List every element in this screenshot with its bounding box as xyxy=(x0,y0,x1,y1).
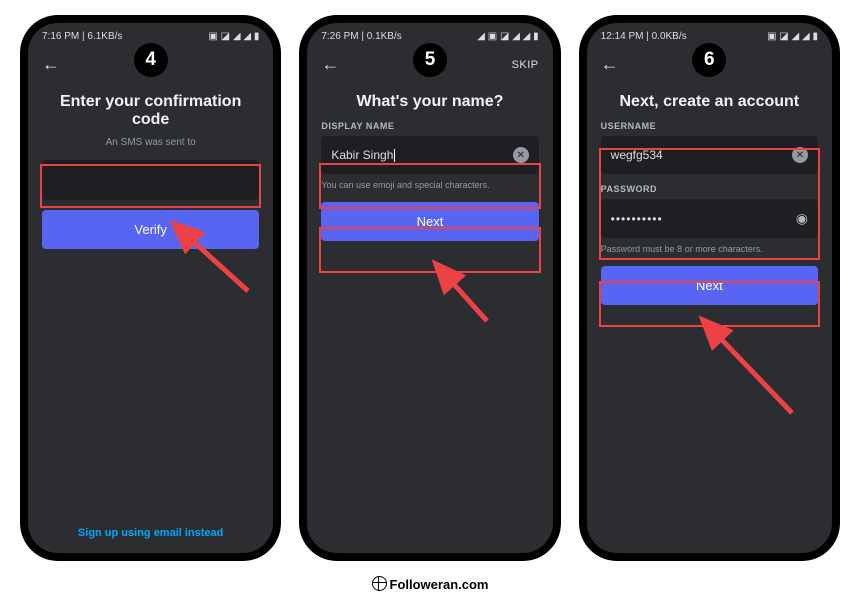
subtitle: An SMS was sent to xyxy=(42,137,259,148)
status-icons: ▣ ◪ ◢ ◢ ▮ xyxy=(767,31,818,42)
hint-text: You can use emoji and special characters… xyxy=(321,180,538,190)
eye-icon[interactable]: ◉ xyxy=(796,210,808,227)
next-button[interactable]: Next xyxy=(321,202,538,241)
back-icon[interactable]: ← xyxy=(42,54,60,75)
username-input[interactable]: wegfg534 ✕ xyxy=(601,136,818,174)
password-input[interactable]: •••••••••• ◉ xyxy=(601,199,818,238)
hint-text: Password must be 8 or more characters. xyxy=(601,244,818,254)
clear-icon[interactable]: ✕ xyxy=(792,147,808,163)
clear-icon[interactable]: ✕ xyxy=(513,147,529,163)
input-value: wegfg534 xyxy=(611,148,663,162)
step-badge: 5 xyxy=(413,43,447,77)
phone-frame-4: 4 7:16 PM | 6.1KB/s ▣ ◪ ◢ ◢ ▮ ← Enter yo… xyxy=(20,15,281,561)
page-title: Enter your confirmation code xyxy=(42,93,259,129)
step-badge: 4 xyxy=(134,43,168,77)
status-icons: ▣ ◪ ◢ ◢ ▮ xyxy=(208,31,259,42)
phone-frame-6: 6 12:14 PM | 0.0KB/s ▣ ◪ ◢ ◢ ▮ ← Next, c… xyxy=(579,15,840,561)
footer-brand: Followeran.com xyxy=(0,576,860,592)
display-name-input[interactable]: Kabir Singh ✕ xyxy=(321,136,538,174)
step-badge: 6 xyxy=(692,43,726,77)
back-icon[interactable]: ← xyxy=(321,54,339,75)
display-name-label: DISPLAY NAME xyxy=(321,121,538,131)
phone-row: 4 7:16 PM | 6.1KB/s ▣ ◪ ◢ ◢ ▮ ← Enter yo… xyxy=(0,0,860,576)
globe-icon xyxy=(372,576,387,591)
page-title: What's your name? xyxy=(321,93,538,111)
back-icon[interactable]: ← xyxy=(601,54,619,75)
input-value: Kabir Singh xyxy=(331,148,393,162)
input-value: •••••••••• xyxy=(611,212,663,226)
password-label: PASSWORD xyxy=(601,184,818,194)
skip-button[interactable]: SKIP xyxy=(512,59,539,71)
phone-frame-5: 5 7:26 PM | 0.1KB/s ◢ ▣ ◪ ◢ ◢ ▮ ← SKIP W… xyxy=(299,15,560,561)
email-link[interactable]: Sign up using email instead xyxy=(28,527,273,539)
page-title: Next, create an account xyxy=(601,93,818,111)
code-input[interactable] xyxy=(42,160,259,200)
status-time: 7:26 PM | 0.1KB/s xyxy=(321,31,401,42)
verify-button[interactable]: Verify xyxy=(42,210,259,249)
status-time: 7:16 PM | 6.1KB/s xyxy=(42,31,122,42)
username-label: USERNAME xyxy=(601,121,818,131)
status-time: 12:14 PM | 0.0KB/s xyxy=(601,31,687,42)
next-button[interactable]: Next xyxy=(601,266,818,305)
status-icons: ◢ ▣ ◪ ◢ ◢ ▮ xyxy=(477,31,538,42)
